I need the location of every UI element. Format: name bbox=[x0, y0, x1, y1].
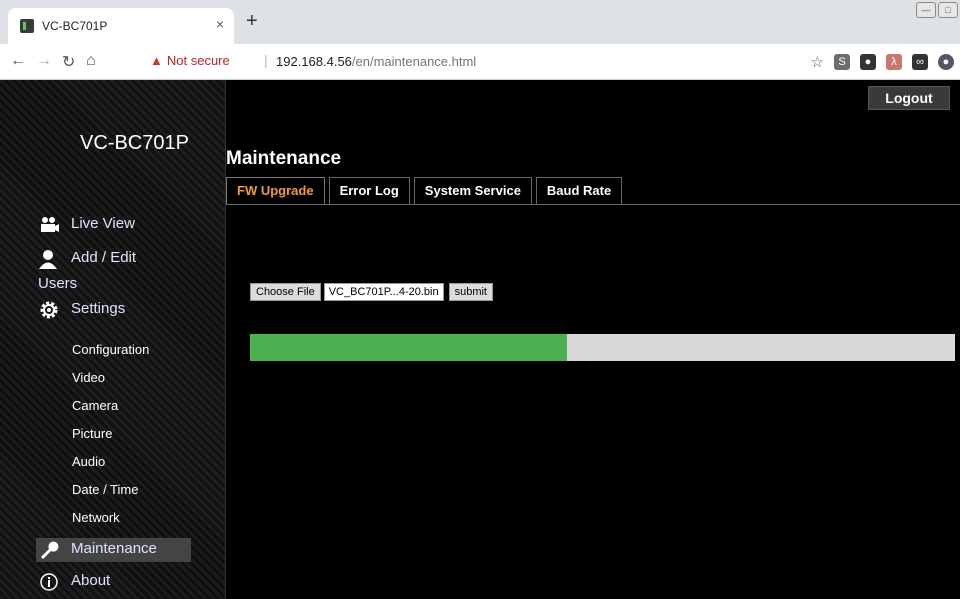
nav-audio[interactable]: Audio bbox=[72, 454, 105, 469]
upgrade-progress-fill bbox=[250, 334, 568, 361]
nav-maintenance-label: Maintenance bbox=[71, 540, 157, 557]
extension-pdf-icon[interactable]: λ bbox=[886, 54, 902, 70]
nav-add-edit-label: Add / Edit bbox=[71, 249, 137, 266]
maintenance-tabs: FW Upgrade Error Log System Service Baud… bbox=[226, 177, 623, 204]
extension-glasses-icon[interactable]: ∞ bbox=[912, 54, 928, 70]
url-path: /en/maintenance.html bbox=[351, 54, 477, 69]
extension-s-icon[interactable]: S bbox=[834, 54, 850, 70]
browser-tabstrip: VC-BC701P × + — □ bbox=[0, 0, 960, 44]
file-name: VC_BC701P...4-20.bin bbox=[323, 283, 444, 301]
submit-button[interactable]: submit bbox=[448, 283, 493, 301]
window-controls: — □ bbox=[916, 2, 958, 18]
wrench-icon bbox=[41, 541, 59, 559]
nav-video[interactable]: Video bbox=[72, 370, 105, 385]
sidebar: VC-BC701P Live View Add / Edit Users Set… bbox=[0, 80, 226, 599]
nav-configuration[interactable]: Configuration bbox=[72, 342, 149, 357]
nav-picture[interactable]: Picture bbox=[72, 426, 112, 441]
home-icon[interactable]: ⌂ bbox=[86, 52, 96, 70]
nav-live-view-label: Live View bbox=[71, 215, 135, 232]
nav-camera[interactable]: Camera bbox=[72, 398, 118, 413]
user-icon bbox=[39, 250, 57, 269]
security-label: Not secure bbox=[166, 53, 230, 68]
file-upload-row: Choose File VC_BC701P...4-20.bin submit bbox=[250, 283, 493, 301]
brand-title: VC-BC701P bbox=[80, 132, 189, 154]
nav-network[interactable]: Network bbox=[72, 510, 120, 525]
choose-file-button[interactable]: Choose File bbox=[250, 283, 321, 301]
profile-avatar-icon[interactable]: ● bbox=[938, 54, 954, 70]
nav-users-label[interactable]: Users bbox=[38, 275, 77, 292]
address-bar: ← → ↻ ⌂ ▲ Not secure | 192.168.4.56/en/ma… bbox=[0, 44, 960, 80]
tab-error-log[interactable]: Error Log bbox=[328, 177, 410, 204]
nav-date-time[interactable]: Date / Time bbox=[72, 482, 138, 497]
back-arrow-icon[interactable]: ← bbox=[10, 52, 26, 70]
warning-icon: ▲ bbox=[150, 53, 163, 68]
tab-close-button[interactable]: × bbox=[216, 16, 224, 32]
url-host: 192.168.4.56 bbox=[276, 54, 352, 69]
page-title: Maintenance bbox=[226, 148, 342, 169]
maximize-button[interactable]: □ bbox=[938, 2, 958, 18]
minimize-button[interactable]: — bbox=[916, 2, 936, 18]
video-camera-icon bbox=[41, 217, 59, 232]
extension-dark-icon[interactable]: ● bbox=[860, 54, 876, 70]
bookmark-star-icon[interactable]: ☆ bbox=[811, 53, 824, 71]
tabs-divider bbox=[226, 204, 960, 205]
security-indicator[interactable]: ▲ Not secure bbox=[150, 53, 230, 68]
favicon-icon bbox=[20, 19, 34, 33]
reload-icon[interactable]: ↻ bbox=[62, 52, 75, 72]
forward-arrow-icon[interactable]: → bbox=[36, 52, 52, 70]
tab-baud-rate[interactable]: Baud Rate bbox=[535, 177, 623, 204]
nav-settings-label: Settings bbox=[71, 300, 126, 317]
url-field[interactable]: 192.168.4.56/en/maintenance.html bbox=[276, 54, 476, 69]
page: VC-BC701P Live View Add / Edit Users Set… bbox=[0, 80, 960, 599]
upgrade-progress-bar bbox=[250, 334, 955, 361]
gear-icon bbox=[40, 301, 58, 319]
browser-tab[interactable]: VC-BC701P × bbox=[8, 8, 234, 44]
new-tab-button[interactable]: + bbox=[246, 11, 258, 31]
extension-bar: ☆ S ● λ ∞ ● bbox=[811, 53, 954, 71]
tab-fw-upgrade[interactable]: FW Upgrade bbox=[226, 177, 325, 204]
nav-about-label: About bbox=[71, 572, 111, 589]
tab-system-service[interactable]: System Service bbox=[413, 177, 532, 204]
logout-button[interactable]: Logout bbox=[868, 86, 950, 110]
tab-title: VC-BC701P bbox=[42, 19, 108, 33]
info-icon bbox=[40, 573, 58, 591]
url-separator: | bbox=[264, 52, 268, 68]
